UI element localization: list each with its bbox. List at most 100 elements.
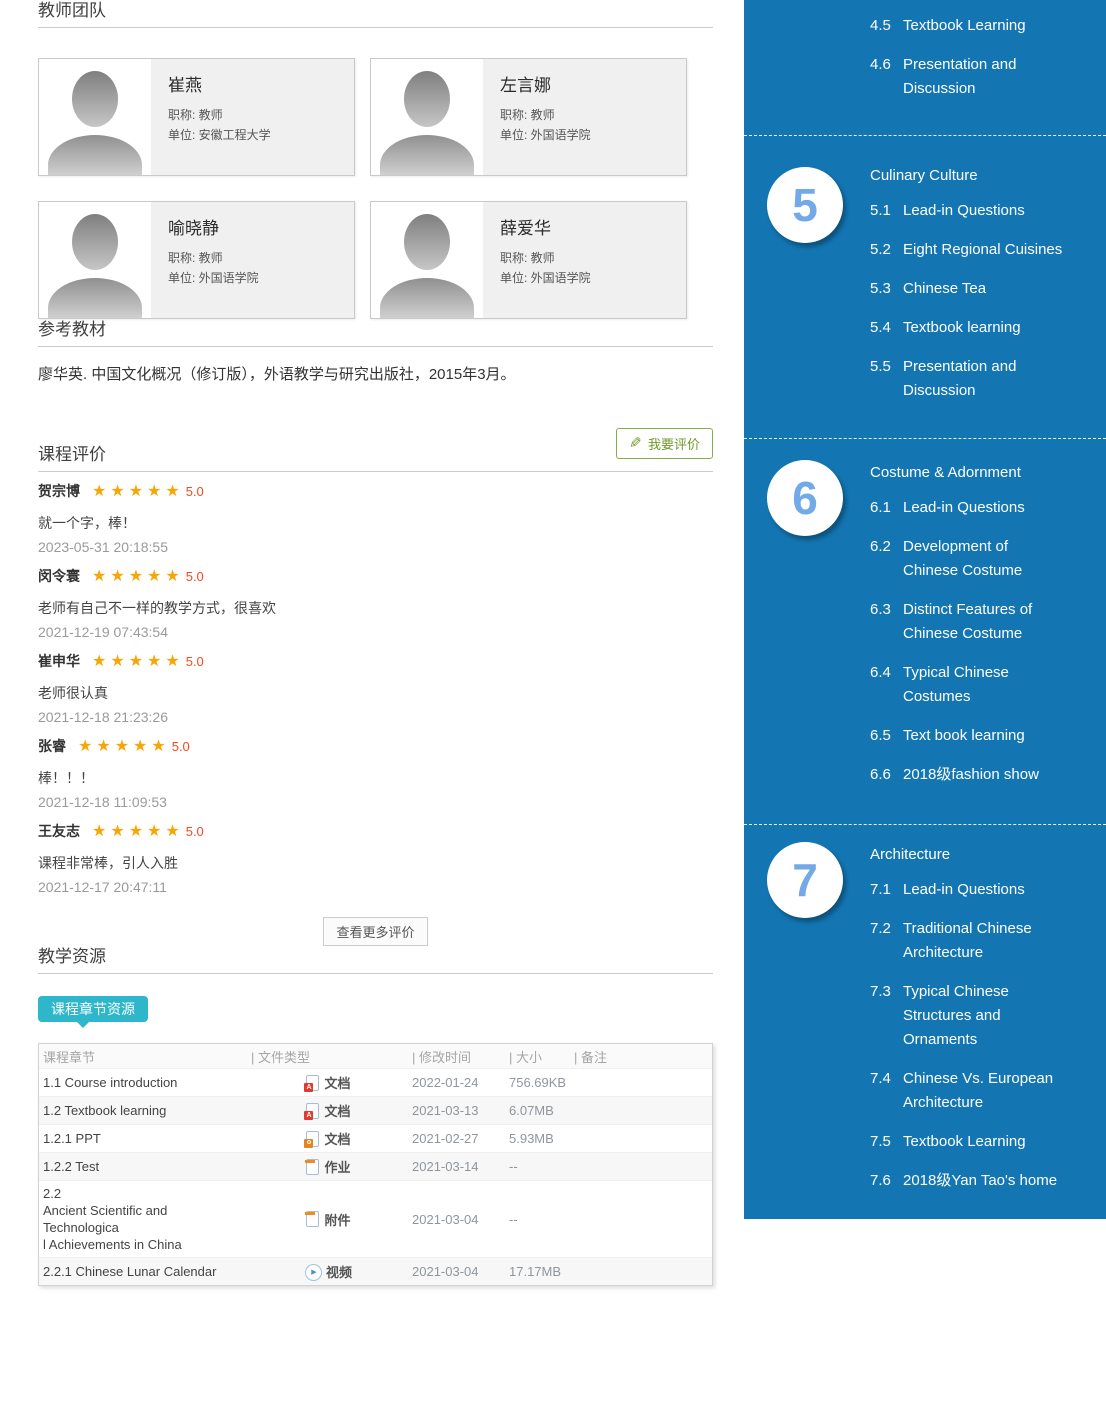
- sidebar-item[interactable]: 5.1 Lead-in Questions: [870, 199, 1082, 223]
- resource-row[interactable]: 1.2.2 Test 作业 2021-03-14 --: [39, 1152, 712, 1180]
- sidebar-item[interactable]: 7.2 Traditional Chinese Architecture: [870, 917, 1082, 965]
- chapter-title[interactable]: Culinary Culture: [870, 164, 1082, 188]
- resource-size: --: [509, 1212, 574, 1227]
- file-type-label: 文档: [324, 1129, 350, 1148]
- resource-chapter[interactable]: 1.2 Textbook learning: [39, 1098, 251, 1123]
- sidebar-item[interactable]: 7.5 Textbook Learning: [870, 1130, 1082, 1154]
- review-timestamp: 2021-12-17 20:47:11: [38, 878, 713, 897]
- resource-chapter[interactable]: 2.2 Ancient Scientific and Technologica …: [39, 1181, 251, 1257]
- resource-chapter[interactable]: 1.2.1 PPT: [39, 1126, 251, 1151]
- chapter-title[interactable]: Architecture: [870, 843, 1082, 867]
- teacher-card[interactable]: 左言娜 职称: 教师 单位: 外国语学院: [370, 58, 687, 176]
- sidebar-item-number: 5.4: [870, 316, 903, 340]
- avatar-head-shape: [404, 214, 450, 270]
- reviews-header: 课程评价 ✎ 我要评价: [38, 444, 713, 472]
- sidebar-item[interactable]: 6.5 Text book learning: [870, 724, 1082, 748]
- sidebar-item[interactable]: 5.2 Eight Regional Cuisines: [870, 238, 1082, 262]
- sidebar-item[interactable]: 6.4 Typical Chinese Costumes: [870, 661, 1082, 709]
- sidebar-item-label: Traditional Chinese Architecture: [903, 917, 1082, 965]
- sidebar-item[interactable]: 5.5 Presentation and Discussion: [870, 355, 1082, 403]
- resource-type: 文档: [251, 1129, 406, 1148]
- sidebar-item-number: 7.1: [870, 878, 903, 902]
- resource-type: 文档: [251, 1073, 406, 1092]
- sidebar-item-number: 4.5: [870, 14, 903, 38]
- sidebar-item-label: Textbook learning: [903, 316, 1082, 340]
- resource-row[interactable]: 2.2 Ancient Scientific and Technologica …: [39, 1180, 712, 1257]
- sidebar-item-label: Distinct Features of Chinese Costume: [903, 598, 1082, 646]
- resource-row[interactable]: 1.1 Course introduction 文档 2022-01-24 75…: [39, 1068, 712, 1096]
- chapter-number-badge: 6: [767, 460, 843, 536]
- chapter-resources-tab[interactable]: 课程章节资源: [38, 996, 148, 1022]
- reviewer-name: 贺宗博: [38, 482, 80, 501]
- sidebar-item-label: Lead-in Questions: [903, 199, 1082, 223]
- avatar-shoulders-shape: [380, 135, 474, 175]
- sidebar-item[interactable]: 6.2 Development of Chinese Costume: [870, 535, 1082, 583]
- sidebar-item[interactable]: 7.4 Chinese Vs. European Architecture: [870, 1067, 1082, 1115]
- review-timestamp: 2021-12-18 21:23:26: [38, 708, 713, 727]
- rating-score: 5.0: [172, 737, 190, 756]
- rating-score: 5.0: [186, 482, 204, 501]
- chapter-number: 7: [792, 857, 818, 903]
- sidebar-item[interactable]: 4.6 Presentation and Discussion: [870, 53, 1082, 101]
- sidebar-item[interactable]: 6.6 2018级fashion show: [870, 763, 1082, 787]
- teacher-avatar: [371, 59, 483, 175]
- resource-row[interactable]: 1.2 Textbook learning 文档 2021-03-13 6.07…: [39, 1096, 712, 1124]
- sidebar-item[interactable]: 5.4 Textbook learning: [870, 316, 1082, 340]
- col-header-note: | 备注: [574, 1047, 712, 1066]
- resource-chapter[interactable]: 1.1 Course introduction: [39, 1070, 251, 1095]
- resources-heading: 教学资源: [38, 946, 713, 974]
- sidebar-item-label: Textbook Learning: [903, 1130, 1082, 1154]
- chapter-block: 7 Architecture 7.1 Lead-in Questions: [744, 825, 1106, 1219]
- sidebar-item-number: 6.3: [870, 598, 903, 646]
- sidebar-item[interactable]: 4.5 Textbook Learning: [870, 14, 1082, 38]
- sidebar-item[interactable]: 6.3 Distinct Features of Chinese Costume: [870, 598, 1082, 646]
- review-item: 崔申华 ★★★★★ 5.0 老师很认真 2021-12-18 21:23:26: [38, 642, 713, 727]
- resource-date: 2021-03-04: [406, 1212, 509, 1227]
- teacher-title: 职称: 教师: [500, 105, 678, 125]
- teachers-heading: 教师团队: [38, 0, 713, 28]
- resource-chapter[interactable]: 1.2.2 Test: [39, 1154, 251, 1179]
- sidebar-item-label: Textbook Learning: [903, 14, 1082, 38]
- col-header-chapter: 课程章节: [39, 1047, 251, 1066]
- resource-size: 6.07MB: [509, 1103, 574, 1118]
- teacher-name: 喻晓静: [168, 214, 346, 239]
- sidebar-item[interactable]: 6.1 Lead-in Questions: [870, 496, 1082, 520]
- sidebar-item-label: Typical Chinese Structures and Ornaments: [903, 980, 1082, 1052]
- resource-row[interactable]: 1.2.1 PPT 文档 2021-02-27 5.93MB: [39, 1124, 712, 1152]
- rating-score: 5.0: [186, 652, 204, 671]
- file-type-label: 视频: [326, 1262, 352, 1281]
- chapter-title[interactable]: Costume & Adornment: [870, 461, 1082, 485]
- sidebar-item[interactable]: 5.3 Chinese Tea: [870, 277, 1082, 301]
- review-rating-row: 闵令寰 ★★★★★ 5.0: [38, 567, 713, 586]
- sidebar-item-label: Eight Regional Cuisines: [903, 238, 1082, 262]
- teacher-card[interactable]: 喻晓静 职称: 教师 单位: 外国语学院: [38, 201, 355, 319]
- review-comment: 棒！！！: [38, 769, 713, 788]
- teacher-info: 喻晓静 职称: 教师 单位: 外国语学院: [151, 202, 354, 318]
- more-reviews-button[interactable]: 查看更多评价: [323, 917, 427, 946]
- file-type-icon: [306, 1211, 319, 1227]
- write-review-button[interactable]: ✎ 我要评价: [616, 428, 713, 459]
- sidebar-item-label: Chinese Vs. European Architecture: [903, 1067, 1082, 1115]
- resources-table-header: 课程章节 | 文件类型 | 修改时间 | 大小 | 备注: [39, 1044, 712, 1068]
- sidebar-item[interactable]: 7.3 Typical Chinese Structures and Ornam…: [870, 980, 1082, 1052]
- teacher-name: 崔燕: [168, 71, 346, 96]
- sidebar-item-label: Typical Chinese Costumes: [903, 661, 1082, 709]
- sidebar-item[interactable]: 7.1 Lead-in Questions: [870, 878, 1082, 902]
- sidebar-item[interactable]: 7.6 2018级Yan Tao's home: [870, 1169, 1082, 1193]
- resource-size: 17.17MB: [509, 1264, 574, 1279]
- resources-table: 课程章节 | 文件类型 | 修改时间 | 大小 | 备注 1.1 Course …: [38, 1043, 713, 1286]
- reviews-heading: 课程评价: [38, 444, 713, 466]
- avatar-head-shape: [72, 71, 118, 127]
- sidebar-top-items: 4.5 Textbook Learning 4.6 Presentation a…: [744, 0, 1106, 135]
- sidebar-chapter: 7 Architecture 7.1 Lead-in Questions: [744, 824, 1106, 1219]
- rating-score: 5.0: [186, 567, 204, 586]
- resource-chapter[interactable]: 2.2.1 Chinese Lunar Calendar: [39, 1259, 251, 1284]
- teacher-card[interactable]: 崔燕 职称: 教师 单位: 安徽工程大学: [38, 58, 355, 176]
- sidebar-item-number: 7.4: [870, 1067, 903, 1115]
- textbook-heading: 参考教材: [38, 319, 713, 347]
- file-type-label: 作业: [324, 1157, 350, 1176]
- star-rating-icons: ★★★★★: [92, 483, 184, 500]
- resource-row[interactable]: 2.2.1 Chinese Lunar Calendar 视频 2021-03-…: [39, 1257, 712, 1285]
- reviewer-name: 张睿: [38, 737, 66, 756]
- teacher-card[interactable]: 薛爱华 职称: 教师 单位: 外国语学院: [370, 201, 687, 319]
